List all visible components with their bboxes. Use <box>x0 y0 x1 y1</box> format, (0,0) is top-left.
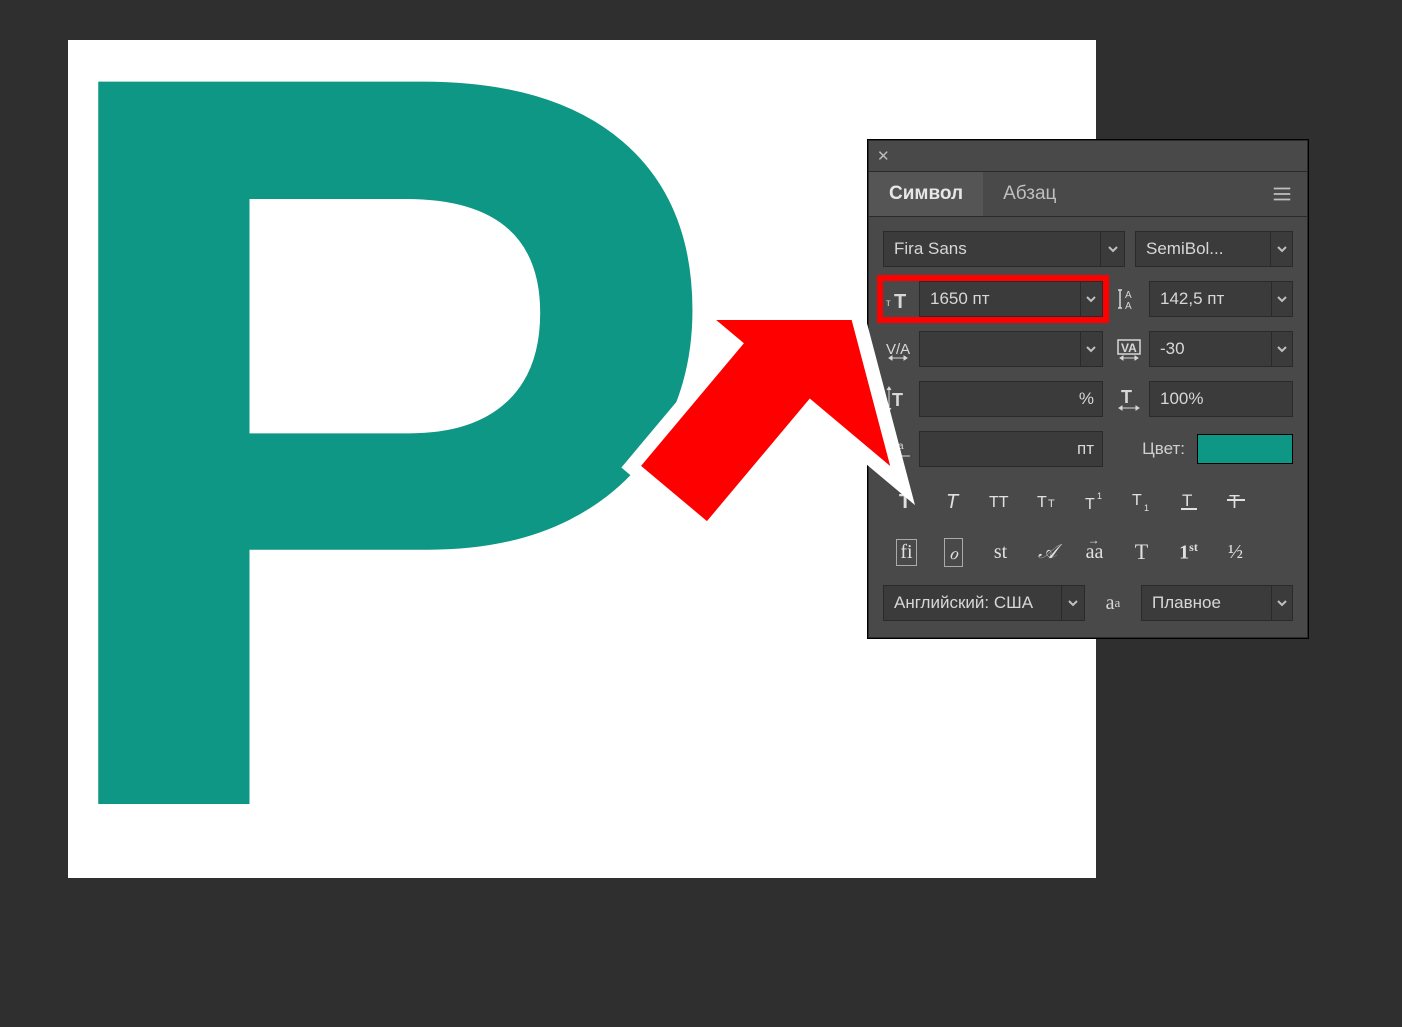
panel-titlebar[interactable]: ✕ <box>869 141 1307 172</box>
chevron-down-icon[interactable] <box>1271 586 1292 620</box>
tab-paragraph[interactable]: Абзац <box>983 172 1076 216</box>
svg-text:A: A <box>888 441 898 457</box>
swash-button[interactable]: 𝒜 <box>1024 533 1071 571</box>
kerning-icon: V/A <box>883 332 915 366</box>
chevron-down-icon[interactable] <box>1271 282 1292 316</box>
vertical-scale-input[interactable] <box>920 382 1079 416</box>
tracking-icon: VA <box>1113 332 1145 366</box>
horizontal-scale-input-box[interactable] <box>1149 381 1293 417</box>
vertical-scale-icon: T <box>883 382 915 416</box>
color-label: Цвет: <box>1142 439 1185 459</box>
horizontal-scale-input[interactable] <box>1150 382 1292 416</box>
kerning-input[interactable] <box>920 332 1080 366</box>
ordinals-button[interactable]: 1st <box>1165 533 1212 571</box>
chevron-down-icon[interactable] <box>1080 332 1102 366</box>
antialias-select[interactable] <box>1141 585 1293 621</box>
svg-text:T: T <box>1182 491 1192 510</box>
font-weight-input[interactable] <box>1136 232 1270 266</box>
ligatures-button[interactable]: fi <box>883 533 930 571</box>
language-input[interactable] <box>884 586 1061 620</box>
svg-text:a: a <box>898 441 904 452</box>
language-select[interactable] <box>883 585 1085 621</box>
type-style-buttons: T T TT TT T1 T1 T T <box>883 481 1293 519</box>
panel-tabs: Символ Абзац <box>869 172 1307 217</box>
font-size-input[interactable] <box>920 282 1080 316</box>
svg-text:T: T <box>899 491 911 513</box>
svg-text:T: T <box>1085 496 1095 513</box>
antialias-input[interactable] <box>1142 586 1271 620</box>
tracking-input[interactable] <box>1150 332 1271 366</box>
italic-button[interactable]: T <box>930 481 977 519</box>
text-color-swatch[interactable] <box>1197 434 1293 464</box>
svg-text:V/A: V/A <box>886 341 910 358</box>
baseline-shift-input-box[interactable]: пт <box>919 431 1103 467</box>
svg-text:т: т <box>886 298 891 309</box>
canvas-glyph: P <box>28 20 708 860</box>
svg-text:TT: TT <box>989 494 1009 511</box>
superscript-button[interactable]: T1 <box>1071 481 1118 519</box>
tab-character[interactable]: Символ <box>869 172 983 216</box>
svg-text:1: 1 <box>1097 491 1102 501</box>
smallcaps-button[interactable]: TT <box>1024 481 1071 519</box>
horizontal-scale-icon: T <box>1113 382 1145 416</box>
bold-button[interactable]: T <box>883 481 930 519</box>
underline-button[interactable]: T <box>1165 481 1212 519</box>
strikethrough-button[interactable]: T <box>1212 481 1259 519</box>
chevron-down-icon[interactable] <box>1080 282 1102 316</box>
close-icon[interactable]: ✕ <box>877 147 890 165</box>
font-family-select[interactable] <box>883 231 1125 267</box>
chevron-down-icon[interactable] <box>1270 232 1292 266</box>
svg-text:T: T <box>1121 387 1132 407</box>
panel-menu-icon[interactable] <box>1257 172 1307 216</box>
chevron-down-icon[interactable] <box>1271 332 1292 366</box>
font-family-input[interactable] <box>884 232 1100 266</box>
svg-text:T: T <box>1229 492 1240 512</box>
svg-text:VA: VA <box>1121 341 1137 355</box>
antialias-icon: aa <box>1095 592 1131 615</box>
svg-text:A: A <box>1125 290 1132 301</box>
chevron-down-icon[interactable] <box>1100 232 1124 266</box>
font-weight-select[interactable] <box>1135 231 1293 267</box>
pt-suffix: пт <box>1077 439 1102 459</box>
svg-text:T: T <box>1048 498 1055 510</box>
svg-text:1: 1 <box>1144 503 1149 513</box>
font-size-group: тT <box>883 281 1103 317</box>
leading-select[interactable] <box>1149 281 1293 317</box>
titling-alt-button[interactable]: T <box>1118 533 1165 571</box>
fractions-button[interactable]: ½ <box>1212 533 1259 571</box>
leading-input[interactable] <box>1150 282 1271 316</box>
baseline-shift-input[interactable] <box>920 432 1077 466</box>
subscript-button[interactable]: T1 <box>1118 481 1165 519</box>
font-size-icon: тT <box>883 282 915 316</box>
leading-icon: AA <box>1113 282 1145 316</box>
discretionary-lig-button[interactable]: st <box>977 533 1024 571</box>
svg-text:T: T <box>894 291 906 312</box>
allcaps-button[interactable]: TT <box>977 481 1024 519</box>
font-size-select[interactable] <box>919 281 1103 317</box>
svg-text:T: T <box>946 491 960 513</box>
svg-text:T: T <box>1037 494 1047 511</box>
tracking-select[interactable] <box>1149 331 1293 367</box>
character-panel: ✕ Символ Абзац <box>868 140 1308 638</box>
svg-text:T: T <box>892 390 903 410</box>
opentype-buttons: fi ℴ st 𝒜 aa→ T 1st ½ <box>883 533 1293 571</box>
svg-text:A: A <box>1125 301 1132 312</box>
stylistic-alt-button[interactable]: aa→ <box>1071 533 1118 571</box>
contextual-alt-button[interactable]: ℴ <box>930 533 977 571</box>
vertical-scale-input-box[interactable]: % <box>919 381 1103 417</box>
svg-text:T: T <box>1132 492 1142 509</box>
baseline-shift-icon: Aa <box>883 432 915 466</box>
chevron-down-icon[interactable] <box>1061 586 1084 620</box>
kerning-select[interactable] <box>919 331 1103 367</box>
percent-suffix: % <box>1079 389 1102 409</box>
